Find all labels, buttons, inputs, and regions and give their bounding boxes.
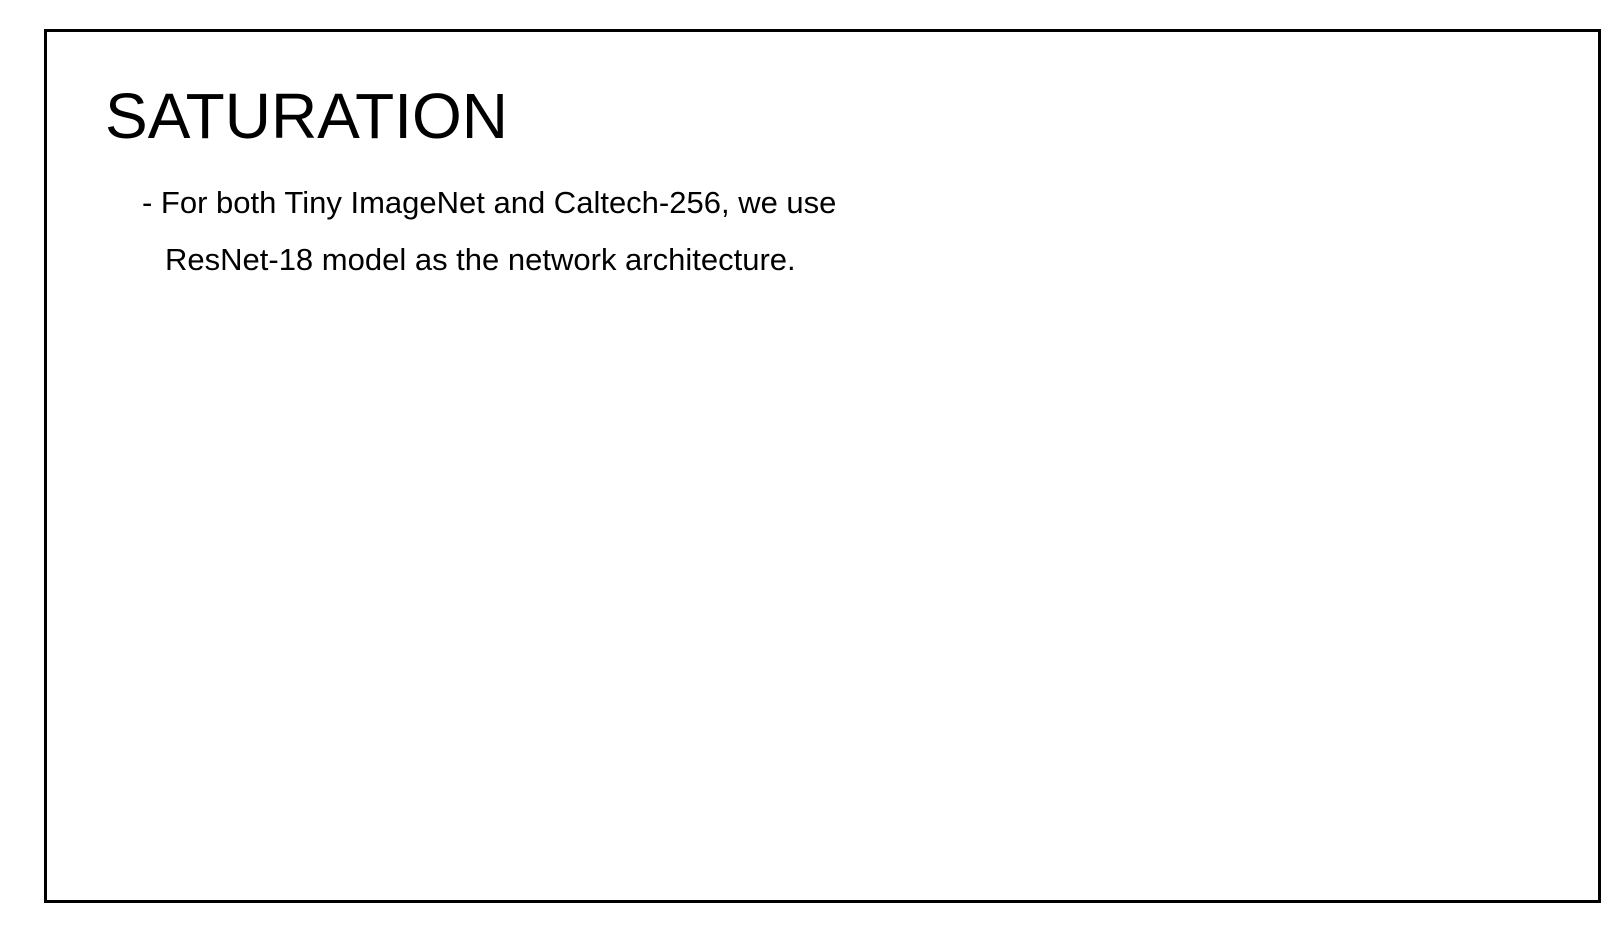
bullet-line-2: ResNet-18 model as the network architect… [165,242,796,277]
slide-title: SATURATION [105,80,508,152]
bullet-text: - For both Tiny ImageNet and Caltech-256… [142,174,836,288]
slide-frame: SATURATION - For both Tiny ImageNet and … [44,29,1601,903]
bullet-line-1: - For both Tiny ImageNet and Caltech-256… [142,185,837,220]
